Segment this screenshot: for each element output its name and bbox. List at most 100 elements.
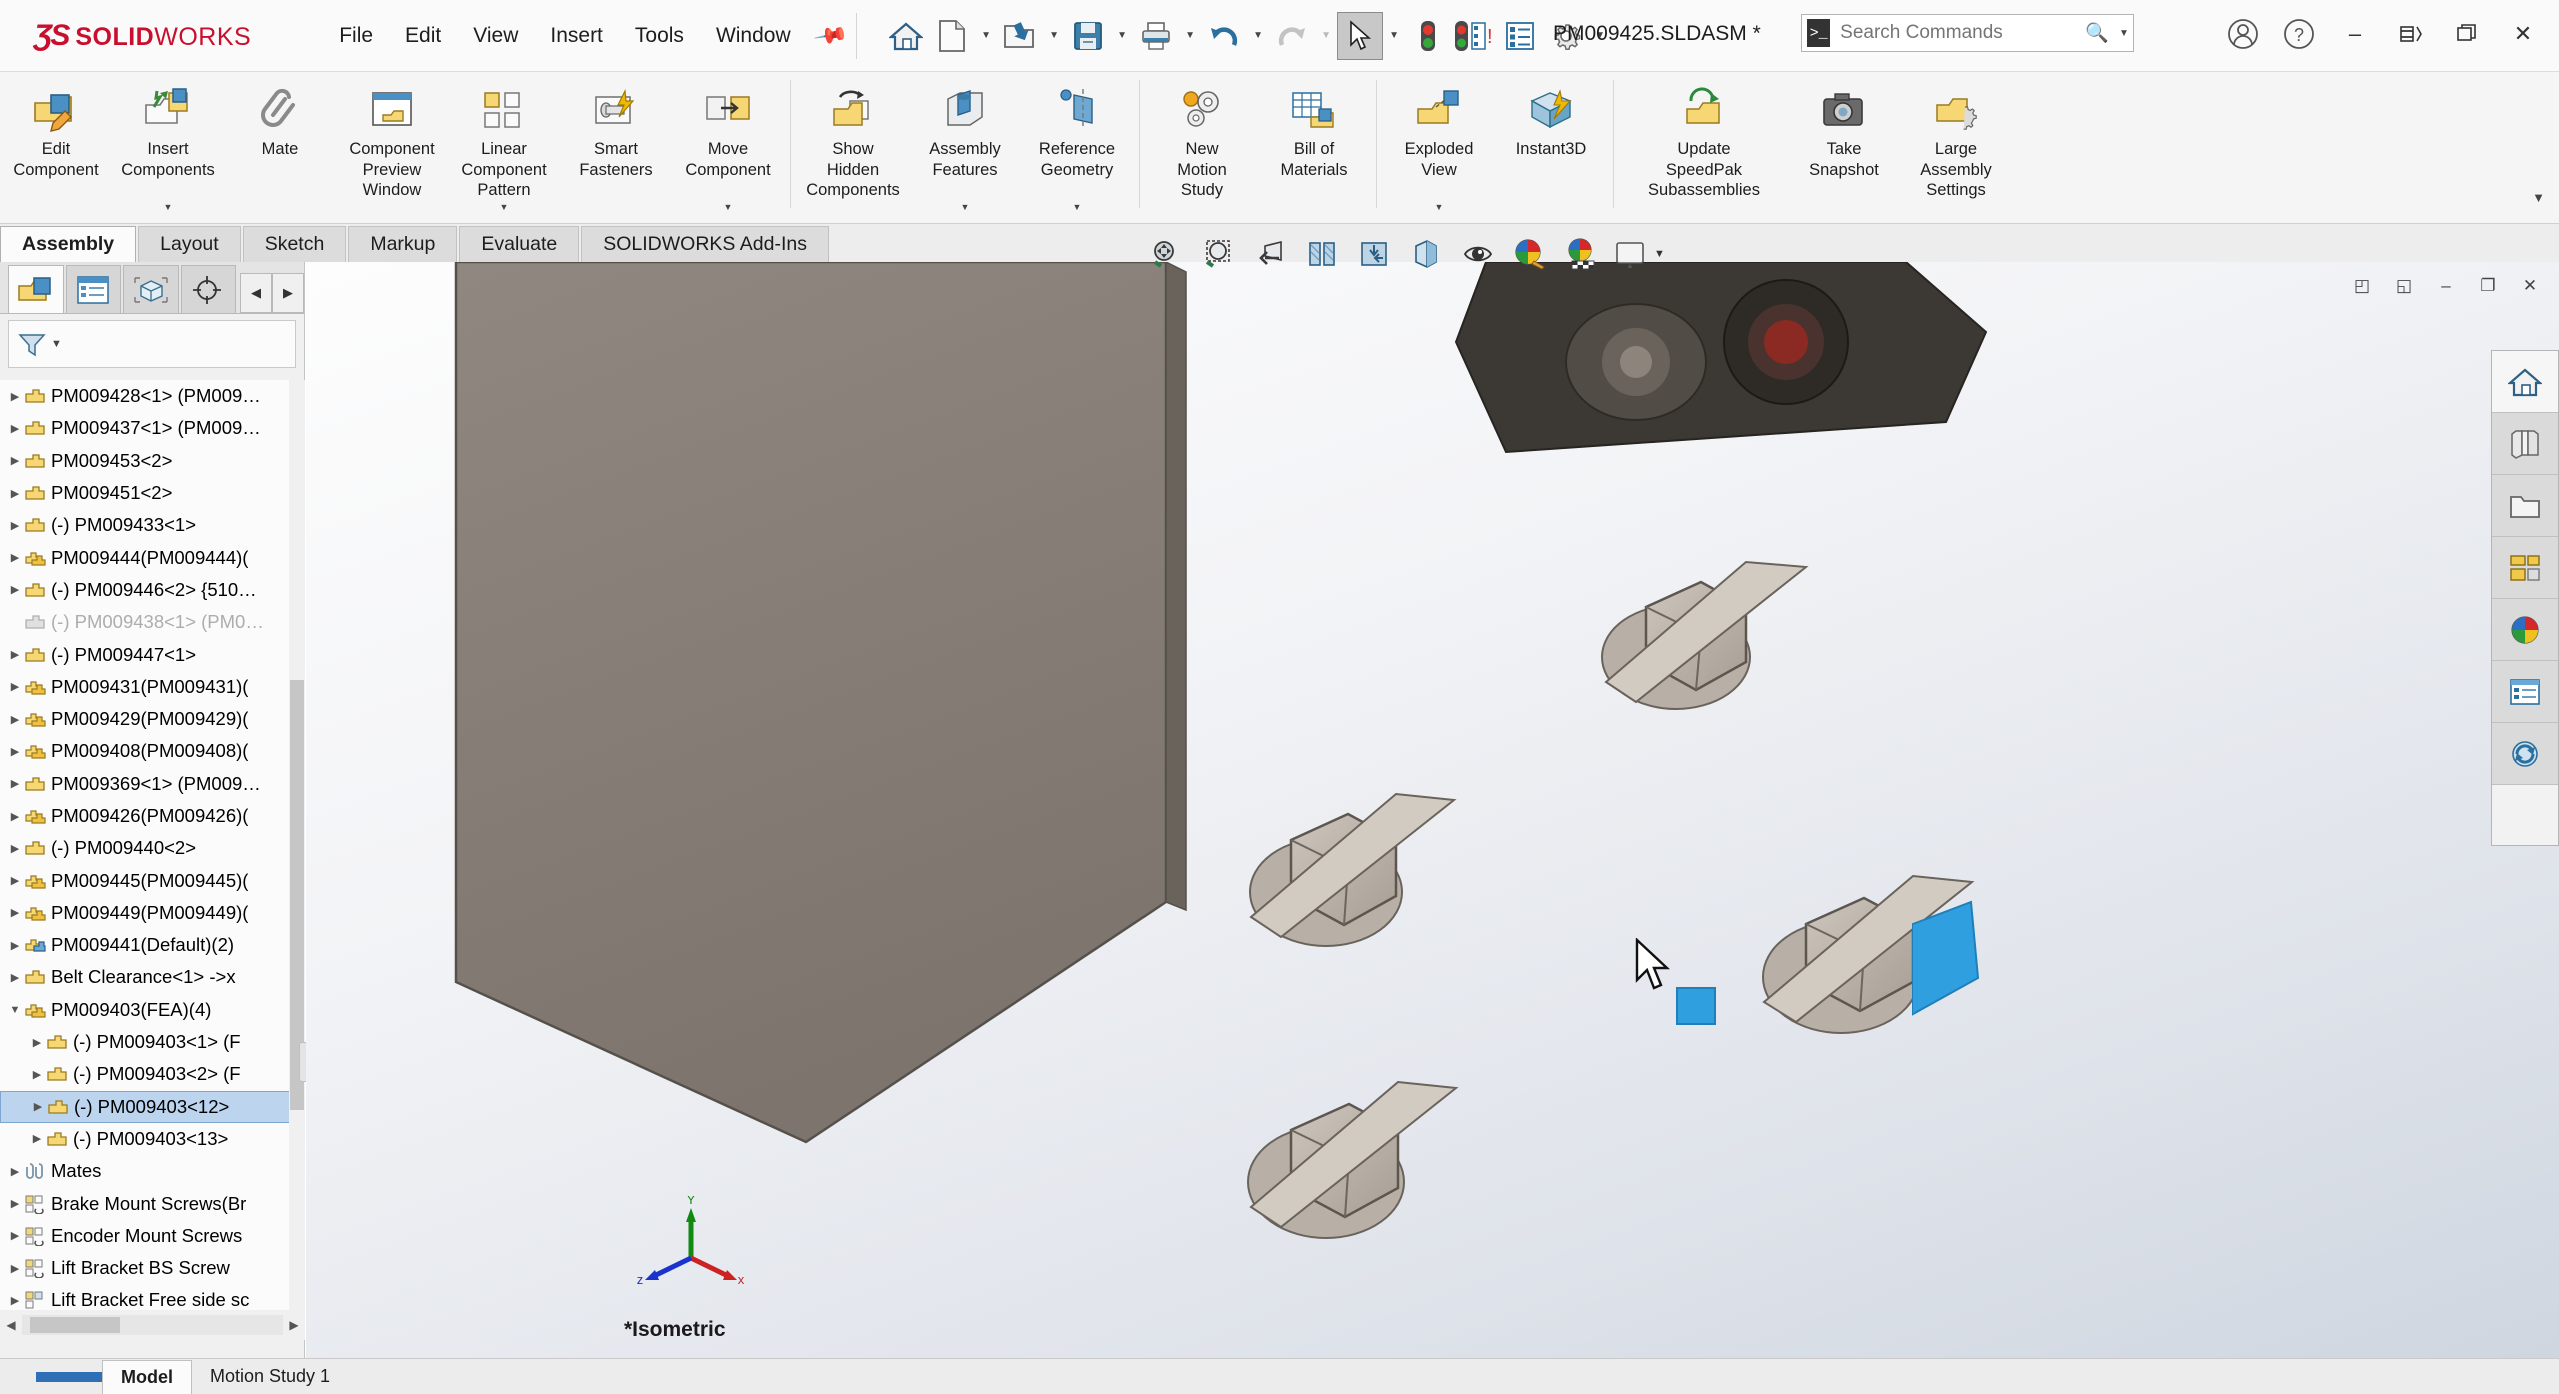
ribbon-move-component[interactable]: Move Component ▼ — [672, 76, 784, 216]
twisty-icon[interactable]: ▶ — [6, 1294, 24, 1307]
tree-item-suppressed[interactable]: (-) PM009438<1> (PM0… — [0, 606, 305, 638]
menu-item-view[interactable]: View — [457, 18, 534, 54]
tree-item-pattern[interactable]: ▶ Lift Bracket Free side sc — [0, 1284, 305, 1310]
maximize-doc-icon[interactable]: ❐ — [2467, 266, 2509, 306]
ribbon-update-speedpak[interactable]: Update SpeedPak Subassemblies — [1620, 76, 1788, 216]
tree-item-pattern[interactable]: ▶ Encoder Mount Screws — [0, 1220, 305, 1252]
chevron-down-icon[interactable]: ▼ — [164, 202, 173, 212]
tab-assembly[interactable]: Assembly — [0, 226, 137, 262]
twisty-icon[interactable]: ▶ — [6, 842, 24, 855]
pdm-button[interactable] — [2492, 723, 2558, 785]
section-view-button[interactable] — [1296, 232, 1348, 276]
tab-sketch[interactable]: Sketch — [242, 226, 347, 262]
twisty-icon[interactable]: ▶ — [6, 713, 24, 726]
search-commands-box[interactable]: >_ 🔍 ▼ — [1801, 14, 2134, 52]
twisty-icon[interactable]: ▶ — [6, 648, 24, 661]
ribbon-new-motion-study[interactable]: New Motion Study — [1146, 76, 1258, 216]
chevron-down-icon[interactable]: ▼ — [500, 202, 509, 212]
twisty-icon[interactable]: ▶ — [6, 583, 24, 596]
undo-button[interactable] — [1201, 12, 1247, 60]
ribbon-assembly-features[interactable]: Assembly Features ▼ — [909, 76, 1021, 216]
tile-icon[interactable]: ◱ — [2383, 266, 2425, 306]
menu-item-file[interactable]: File — [323, 18, 389, 54]
tree-item[interactable]: ▶ PM009429(PM009429)( — [0, 703, 305, 735]
tree-scrollbar[interactable] — [289, 380, 305, 1310]
tree-item[interactable]: ▶ (-) PM009403<13> — [0, 1123, 305, 1155]
tree-item[interactable]: ▶ PM009369<1> (PM009… — [0, 768, 305, 800]
twisty-icon[interactable]: ▶ — [29, 1100, 47, 1113]
select-caret[interactable]: ▼ — [1383, 12, 1405, 60]
configuration-manager-tab[interactable] — [123, 265, 179, 313]
twisty-icon[interactable]: ▶ — [6, 939, 24, 952]
menu-item-edit[interactable]: Edit — [389, 18, 457, 54]
pin-icon[interactable]: 📌 — [812, 17, 849, 54]
tab-layout[interactable]: Layout — [138, 226, 241, 262]
ribbon-instant3d[interactable]: Instant3D — [1495, 76, 1607, 216]
fm-prev-button[interactable]: ◀ — [240, 273, 272, 313]
previous-view-button[interactable] — [1244, 232, 1296, 276]
hide-show-items-button[interactable] — [1452, 232, 1504, 276]
ribbon-linear-component-pattern[interactable]: Linear Component Pattern ▼ — [448, 76, 560, 216]
tab-model[interactable]: Model — [102, 1359, 192, 1394]
home-button[interactable] — [883, 12, 929, 60]
twisty-icon[interactable]: ▶ — [28, 1068, 46, 1081]
twisty-icon[interactable]: ▶ — [6, 874, 24, 887]
tree-item[interactable]: ▶ PM009451<2> — [0, 477, 305, 509]
view-palette-button[interactable] — [2492, 537, 2558, 599]
custom-properties-button[interactable] — [2492, 661, 2558, 723]
tree-item[interactable]: ▶ (-) PM009433<1> — [0, 509, 305, 541]
twisty-icon[interactable]: ▶ — [6, 487, 24, 500]
tree-item[interactable]: ▶ PM009428<1> (PM009… — [0, 380, 305, 412]
tree-item[interactable]: ▶ PM009449(PM009449)( — [0, 897, 305, 929]
chevron-down-icon[interactable]: ▼ — [1073, 202, 1082, 212]
scroll-left-icon[interactable]: ◀ — [0, 1318, 22, 1332]
tree-item[interactable]: ▶ PM009408(PM009408)( — [0, 735, 305, 767]
rebuild-all-button[interactable]: ! — [1451, 12, 1497, 60]
view-settings-button[interactable]: ▲ ▼ — [1608, 232, 1670, 276]
twisty-icon[interactable]: ▶ — [6, 777, 24, 790]
feature-tree-tab[interactable] — [8, 265, 64, 313]
minimize-button[interactable]: – — [2327, 8, 2383, 60]
twisty-icon[interactable]: ▶ — [6, 1165, 24, 1178]
apply-scene-button[interactable] — [1556, 232, 1608, 276]
twisty-icon[interactable]: ▶ — [6, 810, 24, 823]
view-orientation-button[interactable] — [1348, 232, 1400, 276]
tree-item[interactable]: ▶ (-) PM009403<1> (F — [0, 1026, 305, 1058]
twisty-icon[interactable]: ▶ — [6, 551, 24, 564]
scroll-right-icon[interactable]: ▶ — [283, 1318, 305, 1332]
zoom-to-fit-button[interactable] — [1140, 232, 1192, 276]
tree-item[interactable]: ▶ PM009437<1> (PM009… — [0, 412, 305, 444]
tree-item[interactable]: ▶ (-) PM009403<2> (F — [0, 1058, 305, 1090]
twisty-icon[interactable]: ▶ — [28, 1132, 46, 1145]
tree-item-expanded[interactable]: ▼ PM009403(FEA)(4) — [0, 994, 305, 1026]
feature-tree-filter[interactable]: ▼ — [8, 320, 296, 368]
print-caret[interactable]: ▼ — [1179, 12, 1201, 60]
edit-appearance-button[interactable] — [1504, 232, 1556, 276]
dimxpert-manager-tab[interactable] — [180, 265, 236, 313]
twisty-icon[interactable]: ▶ — [6, 745, 24, 758]
fm-next-button[interactable]: ▶ — [272, 273, 304, 313]
sw-resources-button[interactable] — [2492, 351, 2558, 413]
tree-item[interactable]: ▶ PM009444(PM009444)( — [0, 541, 305, 573]
filter-caret[interactable]: ▼ — [51, 338, 62, 350]
ribbon-smart-fasteners[interactable]: Smart Fasteners — [560, 76, 672, 216]
chevron-down-icon[interactable]: ▼ — [1435, 202, 1444, 212]
tree-item[interactable]: ▶ (-) PM009440<2> — [0, 832, 305, 864]
ribbon-reference-geometry[interactable]: Reference Geometry ▼ — [1021, 76, 1133, 216]
menu-item-window[interactable]: Window — [700, 18, 807, 54]
rebuild-button[interactable] — [1405, 12, 1451, 60]
ribbon-exploded-view[interactable]: Exploded View ▼ — [1383, 76, 1495, 216]
twisty-icon[interactable]: ▶ — [6, 454, 24, 467]
design-library-button[interactable] — [2492, 413, 2558, 475]
user-account-button[interactable] — [2215, 8, 2271, 60]
tree-item[interactable]: ▶ PM009445(PM009445)( — [0, 864, 305, 896]
display-style-button[interactable] — [1400, 232, 1452, 276]
file-properties-button[interactable] — [1497, 12, 1543, 60]
open-button[interactable] — [997, 12, 1043, 60]
redo-caret[interactable]: ▼ — [1315, 12, 1337, 60]
ribbon-edit-component[interactable]: Edit Component — [0, 76, 112, 216]
tree-item[interactable]: ▶ PM009453<2> — [0, 445, 305, 477]
maximize-button[interactable] — [2439, 8, 2495, 60]
h-scroll-thumb[interactable] — [30, 1317, 120, 1333]
twisty-icon[interactable]: ▶ — [6, 1197, 24, 1210]
